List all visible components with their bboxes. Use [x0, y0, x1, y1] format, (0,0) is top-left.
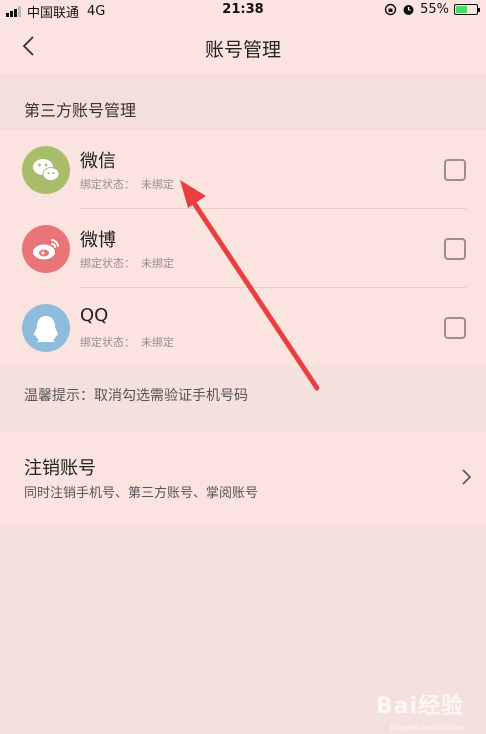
weibo-icon [22, 225, 70, 273]
bind-status: 绑定状态： 未绑定 [80, 176, 180, 192]
bind-status-label: 绑定状态： [80, 178, 135, 191]
watermark-sub: jingyan.baidu.com [390, 723, 464, 732]
bind-status-value: 未绑定 [141, 178, 174, 191]
account-name: QQ [80, 305, 109, 326]
account-name: 微博 [80, 230, 116, 251]
account-row-wechat[interactable]: 微信 绑定状态： 未绑定 [0, 130, 486, 208]
section-header: 第三方账号管理 [0, 74, 486, 130]
battery-fill [456, 6, 467, 13]
weibo-checkbox[interactable] [444, 238, 466, 260]
battery-percent: 55% [420, 2, 449, 17]
status-bar: 中国联通 4G 21:38 55% [0, 0, 486, 21]
baidu-jingyan-watermark: Bai经验 jingyan.baidu.com [375, 688, 464, 732]
chevron-right-icon [462, 469, 472, 485]
account-name: 微信 [80, 151, 116, 172]
qq-icon [22, 304, 70, 352]
section-title: 第三方账号管理 [24, 101, 137, 120]
bind-status-value: 未绑定 [141, 257, 174, 270]
cancel-account-item[interactable]: 注销账号 同时注销手机号、第三方账号、掌阅账号 [0, 432, 486, 524]
wechat-checkbox[interactable] [444, 159, 466, 181]
nav-bar: 账号管理 [0, 20, 486, 74]
account-row-weibo[interactable]: 微博 绑定状态： 未绑定 [0, 209, 486, 287]
bind-status-label: 绑定状态： [80, 336, 135, 349]
alarm-icon [403, 5, 414, 15]
bind-status: 绑定状态： 未绑定 [80, 334, 180, 350]
qq-checkbox[interactable] [444, 317, 466, 339]
cancel-account-subtitle: 同时注销手机号、第三方账号、掌阅账号 [24, 486, 259, 501]
rotation-lock-icon [384, 3, 397, 16]
third-party-account-list: 微信 绑定状态： 未绑定 微博 绑定状态： 未绑定 QQ 绑定状态： 未绑定 [0, 130, 486, 366]
bind-status: 绑定状态： 未绑定 [80, 255, 180, 271]
status-right: 55% [384, 2, 480, 17]
watermark-text: Bai经验 [375, 694, 464, 719]
battery-icon [454, 4, 480, 15]
bind-status-label: 绑定状态： [80, 257, 135, 270]
wechat-icon [22, 146, 70, 194]
page-title: 账号管理 [204, 39, 281, 61]
account-row-qq[interactable]: QQ 绑定状态： 未绑定 [0, 288, 486, 366]
bind-status-value: 未绑定 [141, 336, 174, 349]
cancel-account-title: 注销账号 [24, 458, 96, 479]
tip-text: 温馨提示：取消勾选需验证手机号码 [24, 388, 248, 404]
